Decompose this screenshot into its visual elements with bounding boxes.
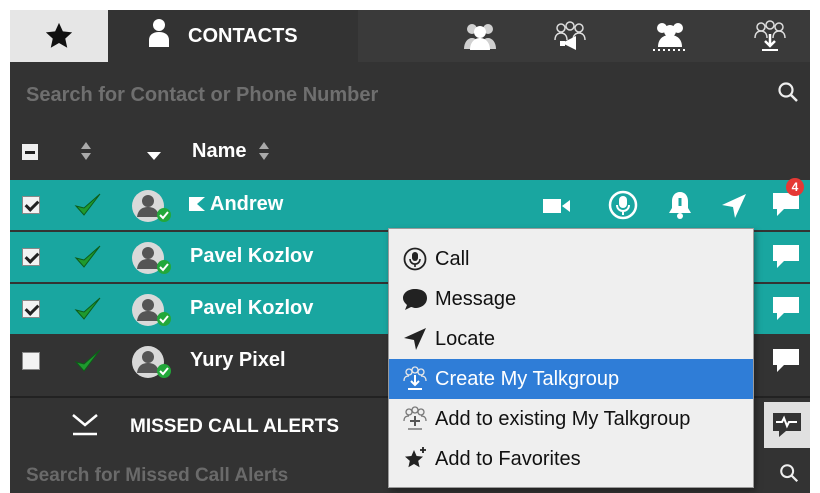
tab-contacts[interactable]: CONTACTS [108, 10, 358, 62]
menu-item-label: Locate [435, 327, 496, 350]
message-icon[interactable] [770, 294, 804, 329]
contact-name: Pavel Kozlov [190, 297, 314, 319]
menu-item-create-talkgroup[interactable]: Create My Talkgroup [389, 359, 753, 399]
tab-favorites[interactable] [10, 10, 108, 62]
missed-call-alerts-title: MISSED CALL ALERTS [130, 416, 340, 437]
heartbeat-icon[interactable] [764, 402, 810, 448]
locate-icon[interactable] [720, 192, 748, 225]
video-icon[interactable] [542, 195, 572, 222]
online-check-icon [74, 296, 102, 327]
status-sort-icon[interactable] [80, 141, 92, 166]
call-icon[interactable] [608, 190, 638, 225]
online-check-icon [74, 192, 102, 223]
tab-bar: CONTACTS [10, 10, 810, 62]
tab-download-groups[interactable] [730, 10, 810, 62]
contact-row[interactable]: Andrew 4 [10, 178, 810, 230]
tab-dynamic-groups[interactable] [630, 10, 710, 62]
menu-item-label: Add to Favorites [435, 447, 581, 470]
emergency-flag-icon [188, 196, 206, 217]
group-icon [464, 24, 496, 50]
row-checkbox[interactable] [22, 248, 40, 266]
contact-name: Andrew [210, 193, 284, 215]
contact-name: Yury Pixel [190, 349, 286, 371]
select-all-checkbox[interactable] [22, 144, 38, 160]
contact-name: Pavel Kozlov [190, 245, 314, 267]
menu-item-locate[interactable]: Locate [389, 319, 753, 359]
alert-icon[interactable] [666, 190, 694, 225]
column-name-header[interactable]: Name [192, 140, 246, 163]
message-icon[interactable] [770, 190, 804, 225]
menu-item-label: Call [435, 247, 470, 270]
row-checkbox[interactable] [22, 300, 40, 318]
menu-item-add-to-talkgroup[interactable]: Add to existing My Talkgroup [389, 399, 753, 439]
star-icon [45, 22, 73, 48]
download-group-icon [754, 20, 786, 51]
avatar [130, 188, 172, 229]
menu-item-label: Create My Talkgroup [435, 367, 620, 390]
avatar [130, 344, 172, 385]
type-dropdown-icon[interactable] [146, 148, 162, 166]
tab-groups[interactable] [440, 10, 520, 62]
contact-search-input[interactable] [24, 76, 768, 114]
speech-bubble-icon [401, 285, 429, 313]
microphone-icon [401, 245, 429, 273]
online-check-icon [74, 244, 102, 275]
context-menu: Call Message Locate Create My Talkgroup … [388, 228, 754, 488]
message-icon[interactable] [770, 346, 804, 381]
menu-item-label: Add to existing My Talkgroup [435, 407, 691, 430]
row-checkbox[interactable] [22, 196, 40, 214]
menu-item-label: Message [435, 287, 517, 310]
dynamic-group-icon [653, 23, 687, 51]
contact-search-bar [10, 62, 810, 126]
search-icon[interactable] [778, 462, 800, 489]
tab-broadcast-groups[interactable] [530, 10, 610, 62]
search-icon[interactable] [776, 80, 800, 109]
add-star-icon [401, 445, 429, 473]
online-check-icon [74, 348, 102, 379]
add-talkgroup-icon [401, 405, 429, 433]
broadcast-group-icon [554, 21, 586, 50]
menu-item-message[interactable]: Message [389, 279, 753, 319]
message-icon[interactable] [770, 242, 804, 277]
menu-item-call[interactable]: Call [389, 239, 753, 279]
row-checkbox[interactable] [22, 352, 40, 370]
tab-contacts-label: CONTACTS [188, 24, 298, 47]
create-talkgroup-icon [401, 365, 429, 393]
unread-badge: 4 [786, 178, 804, 196]
person-icon [148, 18, 170, 54]
locate-arrow-icon [401, 325, 429, 353]
collapse-icon[interactable] [70, 412, 100, 445]
name-sort-icon[interactable] [258, 141, 270, 166]
avatar [130, 240, 172, 281]
avatar [130, 292, 172, 333]
table-header: Name [10, 126, 810, 178]
menu-item-add-favorites[interactable]: Add to Favorites [389, 439, 753, 479]
